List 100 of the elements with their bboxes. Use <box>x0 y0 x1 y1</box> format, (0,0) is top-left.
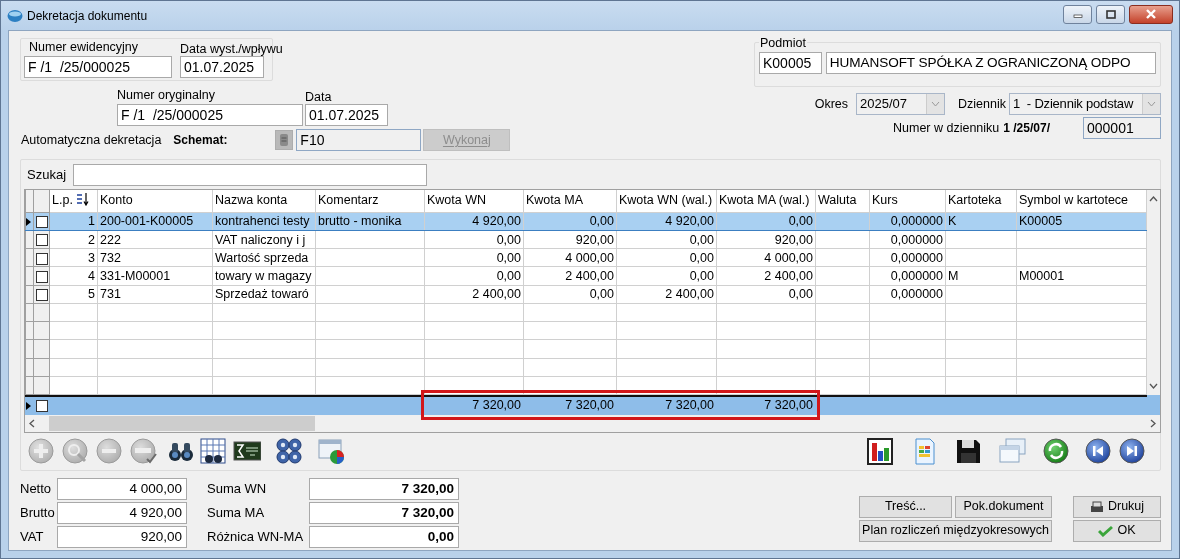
window-title: Dekretacja dokumentu <box>27 7 148 25</box>
table-cell: 2 <box>88 232 95 247</box>
gears-icon[interactable] <box>275 437 303 465</box>
table-cell: M00001 <box>1019 269 1065 284</box>
table-cell: 3 <box>88 250 95 265</box>
checkbox[interactable] <box>35 270 48 283</box>
number-field[interactable]: F /1 /25/000025 <box>24 56 172 78</box>
dropdown-icon <box>1147 101 1156 107</box>
maximize-icon <box>1105 9 1116 19</box>
date-field[interactable]: 01.07.2025 <box>180 56 264 78</box>
field-label: Data wyst./wpływu <box>180 42 283 56</box>
total-cell: 7 320,00 <box>472 398 521 413</box>
table-cell: 0,000000 <box>890 250 943 265</box>
table-cell: 1 <box>88 214 95 229</box>
window-chart-icon[interactable] <box>317 437 345 465</box>
first-icon[interactable] <box>1084 437 1112 465</box>
column-header[interactable]: L.p. <box>49 190 98 213</box>
checkbox[interactable] <box>35 216 48 229</box>
field-label: Data <box>305 90 333 104</box>
amount-field[interactable]: 0,00 <box>309 525 459 548</box>
schema-field[interactable]: F10 <box>296 129 422 151</box>
column-header[interactable]: Kartoteka <box>945 190 1017 213</box>
row-pointer-icon <box>26 401 31 410</box>
last-icon[interactable] <box>1118 437 1146 465</box>
amount-field[interactable]: 4 920,00 <box>57 501 187 524</box>
save-icon[interactable] <box>954 437 982 465</box>
scroll-up-icon <box>1149 196 1158 202</box>
field-label: Brutto <box>20 505 56 520</box>
total-cell: 7 320,00 <box>764 398 813 413</box>
name-field[interactable]: HUMANSOFT SPÓŁKA Z OGRANICZONĄ ODPO <box>825 52 1156 74</box>
field-label: Numer oryginalny <box>117 88 216 102</box>
table-cell: 0,00 <box>788 214 813 229</box>
table-row[interactable]: 4 331-M00001 towary w magazy 0,00 2 400,00 0,00 2 400,00 0,000000 M M00001 <box>25 266 1147 286</box>
bar-chart-icon[interactable] <box>866 437 894 465</box>
field-label: Automatyczna dekretacja <box>21 133 162 147</box>
checkbox[interactable] <box>35 252 48 265</box>
table-cell: 0,00 <box>496 269 521 284</box>
column-header[interactable]: Waluta <box>815 190 870 213</box>
table-row[interactable]: 2 222 VAT naliczony i j 0,00 920,00 0,00 920,00 0,000000 <box>25 230 1147 249</box>
table-cell: M <box>948 269 959 284</box>
journal-number-field[interactable]: 000001 <box>1083 117 1161 139</box>
table-row[interactable]: 5 731 Sprzedaż towaró 2 400,00 0,00 2 400,00 0,00 0,000000 <box>25 285 1147 304</box>
check-icon <box>1098 524 1114 537</box>
table-cell: 0,00 <box>496 232 521 247</box>
refresh-icon[interactable] <box>1042 437 1070 465</box>
table-row[interactable]: 3 732 Wartość sprzeda 0,00 4 000,00 0,00 4 000,00 0,000000 <box>25 248 1147 267</box>
table-cell: 2 400,00 <box>565 269 614 284</box>
scrollbar[interactable] <box>1147 190 1160 395</box>
search-field[interactable] <box>73 164 428 186</box>
column-header[interactable]: Kwota WN (wal.) <box>616 190 717 213</box>
table-cell: 731 <box>100 287 121 302</box>
column-header[interactable]: Kwota MA (wal.) <box>716 190 816 213</box>
list-button[interactable] <box>275 130 294 150</box>
table-cell: 0,00 <box>589 214 614 229</box>
table-cell: 2 400,00 <box>665 287 714 302</box>
scroll-thumb[interactable] <box>49 415 315 431</box>
close-button[interactable] <box>1129 4 1173 24</box>
column-header[interactable]: Komentarz <box>315 190 425 213</box>
action-button[interactable]: Treść... <box>859 495 952 518</box>
search-label: Szukaj <box>27 168 67 182</box>
amount-field[interactable]: 7 320,00 <box>309 477 459 500</box>
column-header[interactable]: Nazwa konta <box>212 190 316 213</box>
field-label: Okres <box>814 97 849 111</box>
table-cell: 4 <box>88 269 95 284</box>
table-cell: 0,00 <box>689 232 714 247</box>
amount-field[interactable]: 4 000,00 <box>57 477 187 500</box>
field-label: VAT <box>20 529 45 544</box>
amount-field[interactable]: 920,00 <box>57 525 187 548</box>
code-field[interactable]: K00005 <box>759 52 822 74</box>
checkbox[interactable] <box>35 288 48 301</box>
table-cell: 4 920,00 <box>472 214 521 229</box>
column-header[interactable]: Kurs <box>869 190 946 213</box>
amount-field[interactable]: 7 320,00 <box>309 501 459 524</box>
table-cell: 2 400,00 <box>764 269 813 284</box>
group-label: Podmiot <box>759 36 807 50</box>
table-cell: 5 <box>88 287 95 302</box>
checkbox[interactable] <box>35 234 48 247</box>
column-header[interactable]: Kwota MA <box>523 190 617 213</box>
column-header[interactable]: Konto <box>97 190 213 213</box>
number-field[interactable]: F /1 /25/000025 <box>117 104 303 126</box>
column-header[interactable]: Kwota WN <box>424 190 524 213</box>
checkbox[interactable] <box>35 399 48 412</box>
column-header[interactable]: Symbol w kartotece <box>1016 190 1147 213</box>
table-cell: 0,00 <box>589 287 614 302</box>
ok-button[interactable]: OK <box>1073 519 1161 542</box>
table-cell: 331-M00001 <box>100 269 171 284</box>
table-cell: 0,00 <box>689 269 714 284</box>
table-search-icon[interactable] <box>199 437 227 465</box>
action-button[interactable]: Pok.dokument <box>955 495 1052 518</box>
table-row[interactable]: 1 200-001-K00005 kontrahenci testy brutto - monika 4 920,00 0,00 4 920,00 0,00 0,000000 K K00005 <box>25 212 1147 231</box>
table-cell: kontrahenci testy <box>215 214 310 229</box>
print-button[interactable]: Drukuj <box>1073 495 1161 518</box>
table-cell: 4 920,00 <box>665 214 714 229</box>
action-button[interactable]: Plan rozliczeń międzyokresowych <box>859 519 1052 542</box>
date-field[interactable]: 01.07.2025 <box>305 104 388 126</box>
period-dropdown[interactable]: 2025/07 <box>856 93 946 115</box>
table-cell: 0,000000 <box>890 287 943 302</box>
minimize-button[interactable] <box>1063 4 1092 24</box>
journal-dropdown[interactable]: 1 - Dziennik podstaw <box>1009 93 1161 115</box>
maximize-button[interactable] <box>1096 4 1125 24</box>
